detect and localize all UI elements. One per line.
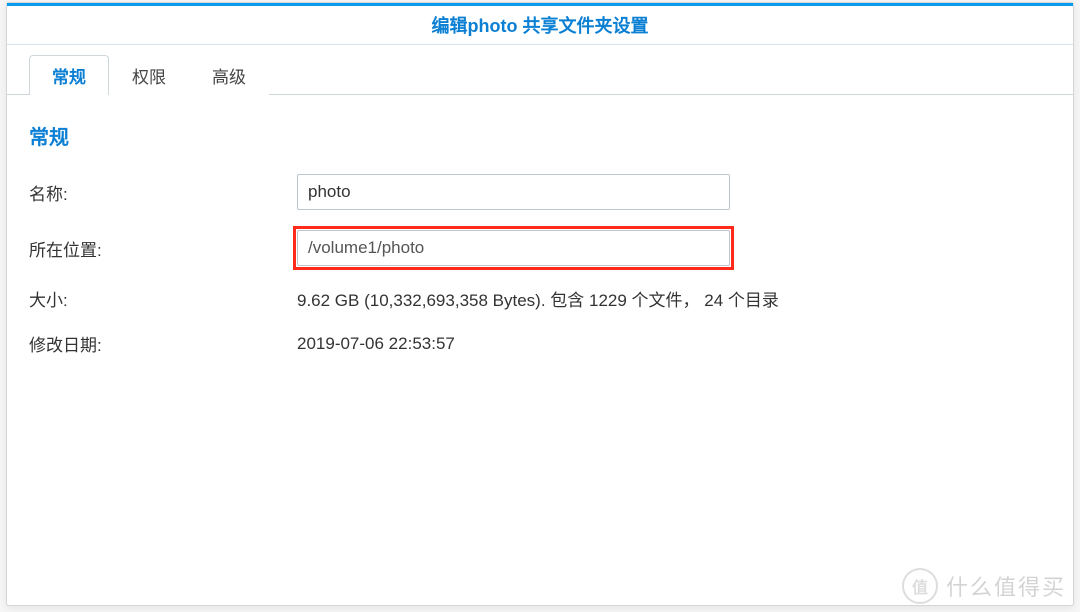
row-modified: 修改日期: 2019-07-06 22:53:57 [29, 331, 1051, 356]
label-modified: 修改日期: [29, 331, 297, 356]
value-modified: 2019-07-06 22:53:57 [297, 334, 455, 354]
label-location: 所在位置: [29, 236, 297, 261]
section-title-general: 常规 [29, 121, 1051, 150]
titlebar: 编辑photo 共享文件夹设置 [7, 3, 1073, 45]
dialog-window: 编辑photo 共享文件夹设置 常规 权限 高级 常规 名称: 所在位置: 大小… [6, 2, 1074, 606]
tab-permissions[interactable]: 权限 [109, 55, 189, 95]
name-input[interactable] [297, 174, 730, 210]
dialog-title: 编辑photo 共享文件夹设置 [432, 12, 649, 38]
content-panel: 常规 名称: 所在位置: 大小: 9.62 GB (10,332,693,358… [7, 95, 1073, 605]
value-size: 9.62 GB (10,332,693,358 Bytes). 包含 1229 … [297, 286, 779, 311]
row-location: 所在位置: [29, 230, 1051, 266]
row-size: 大小: 9.62 GB (10,332,693,358 Bytes). 包含 1… [29, 286, 1051, 311]
tab-permissions-label: 权限 [132, 63, 166, 88]
location-input[interactable] [297, 230, 730, 266]
label-size: 大小: [29, 286, 297, 311]
tab-advanced[interactable]: 高级 [189, 55, 269, 95]
label-name: 名称: [29, 180, 297, 205]
tab-advanced-label: 高级 [212, 63, 246, 88]
tab-general-label: 常规 [52, 63, 86, 88]
location-field-wrap [297, 230, 730, 266]
row-name: 名称: [29, 174, 1051, 210]
tab-bar: 常规 权限 高级 [7, 45, 1073, 95]
tab-general[interactable]: 常规 [29, 55, 109, 95]
